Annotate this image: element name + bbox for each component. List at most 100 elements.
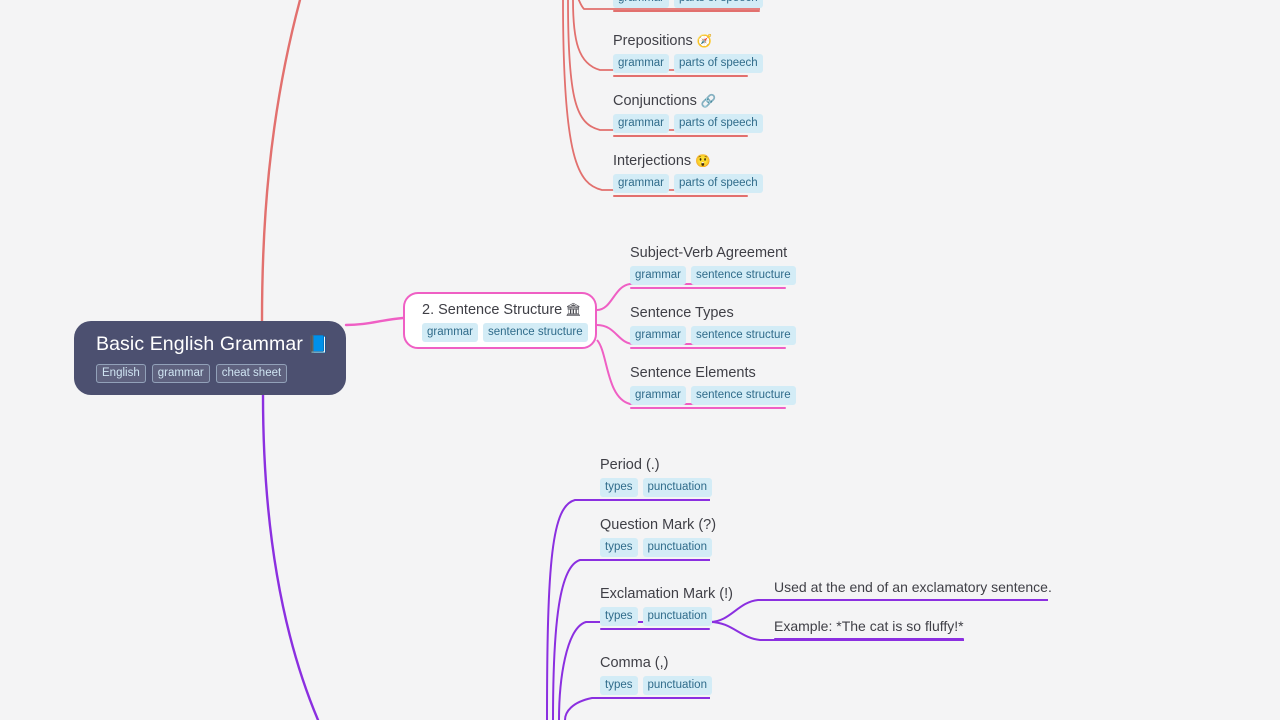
branch-title-text: 2. Sentence Structure: [422, 302, 563, 318]
leaf-tag[interactable]: grammar: [613, 114, 670, 133]
root-tag[interactable]: grammar: [151, 364, 210, 383]
leaf-underline: [630, 407, 786, 409]
branch-tag-list: grammar sentence structure: [422, 323, 595, 342]
leaf-underline: [600, 628, 710, 630]
leaf-underline: [600, 697, 710, 699]
leaf-tag-list: grammar parts of speech: [613, 174, 763, 193]
leaf-title-text: Question Mark (?): [600, 517, 717, 533]
leaf-title-text: Period (.): [600, 457, 660, 473]
leaf-tag[interactable]: grammar: [630, 326, 687, 345]
leaf-tag[interactable]: parts of speech: [674, 174, 763, 193]
list-item[interactable]: Exclamation Mark (!) types punctuation: [600, 585, 733, 630]
leaf-tag[interactable]: grammar: [613, 54, 670, 73]
leaf-tag[interactable]: punctuation: [642, 538, 712, 557]
branch-node-sentence-structure[interactable]: 2. Sentence Structure 🏛 grammar sentence …: [403, 292, 597, 349]
root-tag-list: English grammar cheat sheet: [96, 364, 346, 383]
list-item[interactable]: Comma (,) types punctuation: [600, 654, 712, 699]
leaf-underline: [613, 75, 748, 77]
leaf-tag[interactable]: grammar: [613, 0, 670, 8]
leaf-underline: [613, 195, 748, 197]
leaf-title-text: Comma (,): [600, 655, 669, 671]
leaf-tag[interactable]: sentence structure: [691, 266, 796, 285]
list-item[interactable]: Sentence Elements grammar sentence struc…: [630, 364, 796, 409]
list-item[interactable]: Prepositions 🧭 grammar parts of speech: [613, 32, 763, 77]
leaf-tag[interactable]: sentence structure: [691, 386, 796, 405]
leaf-title-text: Sentence Elements: [630, 365, 756, 381]
list-item[interactable]: Conjunctions 🔗 grammar parts of speech: [613, 92, 763, 137]
leaf-title: Period (.): [600, 456, 710, 475]
leaf-tag-list: types punctuation: [600, 676, 712, 695]
leaf-title: Interjections 😲: [613, 152, 748, 171]
leaf-title-text: Prepositions: [613, 33, 693, 49]
leaf-tag-list: grammar sentence structure: [630, 386, 796, 405]
leaf-underline: [613, 135, 748, 137]
leaf-tag-list: types punctuation: [600, 478, 712, 497]
mindmap-canvas: Basic English Grammar 📘 English grammar c…: [0, 0, 1280, 720]
leaf-tag[interactable]: types: [600, 676, 638, 695]
leaf-tag-list: types punctuation: [600, 538, 712, 557]
leaf-title: Subject-Verb Agreement: [630, 244, 788, 263]
leaf-tag[interactable]: types: [600, 607, 638, 626]
root-title: Basic English Grammar 📘: [96, 332, 346, 357]
list-item[interactable]: Period (.) types punctuation: [600, 456, 712, 501]
leaf-tag-list: types punctuation: [600, 607, 712, 626]
leaf-underline: [600, 559, 710, 561]
link-icon: 🔗: [700, 94, 717, 108]
root-tag[interactable]: cheat sheet: [215, 364, 288, 383]
root-tag[interactable]: English: [96, 364, 146, 383]
branch-title: 2. Sentence Structure 🏛: [422, 301, 595, 319]
leaf-underline: [630, 347, 786, 349]
leaf-underline: [613, 10, 760, 12]
leaf-title: Question Mark (?): [600, 516, 716, 535]
leaf-title-text: Subject-Verb Agreement: [630, 245, 788, 261]
leaf-tag-list: grammar parts of speech: [613, 114, 763, 133]
leaf-tag[interactable]: parts of speech: [674, 54, 763, 73]
list-item[interactable]: Sentence Types grammar sentence structur…: [630, 304, 796, 349]
detail-item[interactable]: Used at the end of an exclamatory senten…: [774, 578, 1052, 601]
leaf-tag[interactable]: types: [600, 538, 638, 557]
detail-item[interactable]: Example: *The cat is so fluffy!*: [774, 617, 964, 640]
detail-underline: [774, 638, 964, 640]
branch-tag[interactable]: sentence structure: [483, 323, 588, 342]
branch-tag[interactable]: grammar: [422, 323, 479, 342]
leaf-tag[interactable]: sentence structure: [691, 326, 796, 345]
leaf-tag[interactable]: punctuation: [642, 607, 712, 626]
astonished-face-icon: 😲: [695, 154, 711, 168]
leaf-title: Prepositions 🧭: [613, 32, 748, 51]
blue-book-icon: 📘: [307, 335, 330, 354]
leaf-underline: [600, 499, 710, 501]
leaf-title: Sentence Types: [630, 304, 786, 323]
list-item[interactable]: Subject-Verb Agreement grammar sentence …: [630, 244, 796, 289]
leaf-title: Exclamation Mark (!): [600, 585, 733, 604]
leaf-tag[interactable]: grammar: [630, 386, 687, 405]
leaf-title-text: Sentence Types: [630, 305, 734, 321]
detail-title: Used at the end of an exclamatory senten…: [774, 579, 1052, 595]
list-item[interactable]: grammar parts of speech: [613, 0, 763, 12]
classical-building-icon: 🏛: [565, 302, 582, 317]
list-item[interactable]: Interjections 😲 grammar parts of speech: [613, 152, 763, 197]
leaf-tag[interactable]: grammar: [613, 174, 670, 193]
root-title-text: Basic English Grammar: [96, 333, 303, 355]
leaf-title: Comma (,): [600, 654, 710, 673]
leaf-tag-list: grammar parts of speech: [613, 0, 763, 8]
leaf-tag-list: grammar parts of speech: [613, 54, 763, 73]
leaf-tag-list: grammar sentence structure: [630, 266, 796, 285]
root-node[interactable]: Basic English Grammar 📘 English grammar c…: [74, 321, 346, 395]
leaf-title-text: Interjections: [613, 153, 692, 169]
leaf-title: Conjunctions 🔗: [613, 92, 748, 111]
compass-icon: 🧭: [696, 34, 713, 48]
leaf-title-text: Conjunctions: [613, 93, 697, 109]
list-item[interactable]: Question Mark (?) types punctuation: [600, 516, 716, 561]
leaf-tag[interactable]: types: [600, 478, 638, 497]
leaf-tag[interactable]: parts of speech: [674, 0, 763, 8]
leaf-title-text: Exclamation Mark (!): [600, 586, 733, 602]
leaf-tag[interactable]: parts of speech: [674, 114, 763, 133]
leaf-tag[interactable]: punctuation: [642, 676, 712, 695]
leaf-title: Sentence Elements: [630, 364, 786, 383]
detail-underline: [774, 599, 1048, 601]
leaf-underline: [630, 287, 786, 289]
leaf-tag[interactable]: grammar: [630, 266, 687, 285]
leaf-tag[interactable]: punctuation: [642, 478, 712, 497]
detail-title: Example: *The cat is so fluffy!*: [774, 618, 964, 634]
leaf-tag-list: grammar sentence structure: [630, 326, 796, 345]
